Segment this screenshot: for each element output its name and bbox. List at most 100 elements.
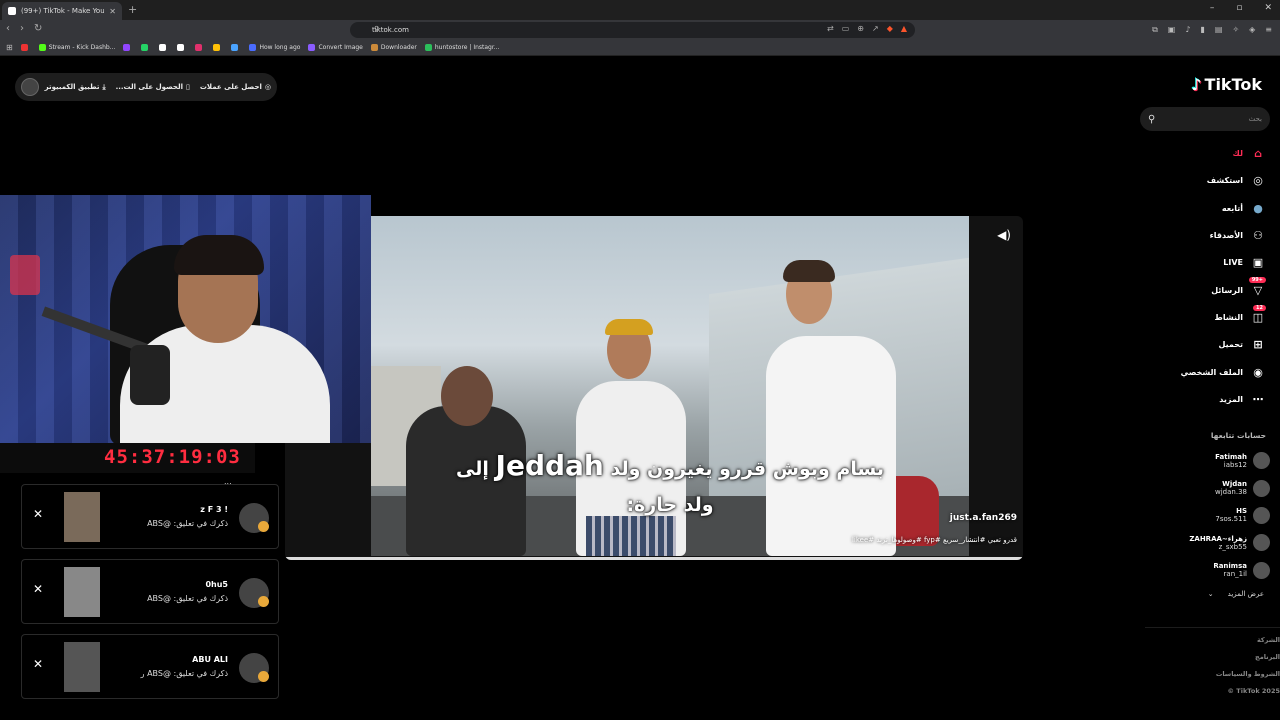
reload-icon[interactable]: ↻ (34, 23, 42, 34)
bookmark-item[interactable] (213, 44, 223, 51)
show-more-label: عرض المزيد (1227, 590, 1264, 598)
account-handle: wjdan.38 (1215, 488, 1247, 497)
mention-notification[interactable]: ✕ z F 3 ! ذكرك في تعليق: @ABS (21, 484, 279, 549)
bookmark-item[interactable]: Downloader (370, 44, 417, 51)
home-icon: ⌂ (1254, 147, 1262, 161)
sidebar-item-9[interactable]: ⋯ المزيد (1146, 386, 1266, 413)
account-names: Fatimah iabs12 (1215, 453, 1247, 469)
search-input[interactable]: بحث ⚲ (1140, 107, 1270, 131)
sidebar-item-4[interactable]: ▣ LIVE (1146, 249, 1266, 276)
footer-link[interactable]: البرنامج (1145, 653, 1280, 670)
browser-tab[interactable]: (99+) TikTok - Make Your Day ✕ (2, 2, 122, 20)
forward-icon[interactable]: › (20, 23, 24, 34)
bookmark-item[interactable] (195, 44, 205, 51)
show-more-button[interactable]: عرض المزيد ⌄ (1208, 590, 1264, 598)
sidebar-item-6[interactable]: ◫ النشاط 12 (1146, 304, 1266, 331)
sidebar-toggle-icon[interactable]: ▮ (1200, 25, 1204, 35)
maximize-icon[interactable]: ▫ (1236, 3, 1242, 13)
close-icon[interactable]: ✕ (33, 582, 43, 596)
following-account[interactable]: Fatimah iabs12 (1150, 447, 1270, 474)
account-name: ZAHRAA~زهراء (1189, 534, 1247, 543)
bookmark-label: Downloader (380, 44, 417, 51)
sidebar-item-label: لك (1232, 149, 1243, 159)
account-name: Wjdan (1222, 480, 1247, 489)
get-app-button[interactable]: ▯ الحصول على الت... (116, 83, 190, 91)
close-icon[interactable]: ✕ (33, 507, 43, 521)
wallet-icon[interactable]: ▤ (1215, 25, 1223, 35)
apps-icon[interactable]: ⊞ (6, 43, 13, 52)
bookmark-item[interactable]: huntostore | Instagr... (424, 44, 500, 51)
music-icon[interactable]: ♪ (1185, 25, 1190, 35)
bookmark-item[interactable]: Convert Image (308, 44, 363, 51)
account-handle: ran_1il (1223, 570, 1247, 579)
footer-link[interactable]: الشركة (1145, 636, 1280, 653)
new-tab-button[interactable]: + (128, 3, 137, 16)
volume-icon[interactable]: ◀) (997, 228, 1011, 242)
video-author[interactable]: just.a.fan269 (950, 513, 1017, 523)
bookmark-favicon-icon (38, 44, 46, 51)
webcam-streamer-hair (174, 235, 264, 275)
bookmark-item[interactable] (20, 44, 31, 51)
get-coins-button[interactable]: ◎ احصل على عملات (200, 83, 271, 91)
site-info-icon[interactable]: ⚲ (374, 25, 379, 33)
brave-rewards-icon[interactable]: ▲ (901, 24, 907, 33)
bookmark-favicon-icon (123, 44, 131, 51)
account-names: ZAHRAA~زهراء z_sxb55 (1189, 535, 1247, 551)
bookmark-label: How long ago (259, 44, 301, 51)
minimize-icon[interactable]: – (1210, 3, 1215, 13)
bookmark-item[interactable] (159, 44, 169, 51)
video-progress-bar[interactable] (285, 557, 1023, 560)
browser-tab-strip: (99+) TikTok - Make Your Day ✕ + – ▫ ✕ (0, 0, 1280, 20)
notification-badge: 12 (1253, 304, 1266, 311)
video-caption[interactable]: قدرو تعبي #انتشار_سريع #fyp #وصولوها_ترن… (852, 536, 1017, 544)
cast-icon[interactable]: ▭ (842, 24, 850, 33)
tab-close-icon[interactable]: ✕ (109, 7, 116, 16)
bookmark-item[interactable] (231, 44, 241, 51)
back-icon[interactable]: ‹ (6, 23, 10, 34)
sidebar-item-label: الملف الشخصي (1180, 367, 1243, 377)
vpn-icon[interactable]: ◈ (1249, 25, 1255, 35)
account-names: HS 7sos.511 (1215, 507, 1247, 523)
sidebar-item-1[interactable]: ◎ استكشف (1146, 167, 1266, 194)
sidebar-item-7[interactable]: ⊞ تحميل (1146, 331, 1266, 358)
sidebar-item-5[interactable]: ▽ الرسائل +99 (1146, 276, 1266, 303)
following-account[interactable]: HS 7sos.511 (1150, 502, 1270, 529)
bookmark-item[interactable] (141, 44, 151, 51)
sidebar-item-3[interactable]: ⚇ الأصدقاء (1146, 222, 1266, 249)
bookmark-favicon-icon (213, 44, 221, 51)
window-close-icon[interactable]: ✕ (1264, 3, 1272, 13)
mention-notification[interactable]: ✕ 0hu5 ذكرك في تعليق: @ABS (21, 559, 279, 624)
user-avatar[interactable] (21, 78, 39, 96)
brave-shield-icon[interactable]: ◆ (887, 24, 893, 33)
search-icon[interactable]: ⚲ (1148, 114, 1155, 125)
following-account[interactable]: Wjdan wjdan.38 (1150, 474, 1270, 501)
desktop-app-button[interactable]: ⤓ تطبيق الكمبيوتر (45, 83, 106, 92)
leo-icon[interactable]: ✧ (1232, 25, 1239, 35)
video-player[interactable]: بسام وبوش قررو يغيرون ولد Jeddah إلى ولد… (285, 216, 1023, 560)
share-icon[interactable]: ↗ (872, 24, 879, 33)
sidebar-item-2[interactable]: ● أتابعه (1146, 195, 1266, 222)
video-person-3 (766, 336, 896, 556)
sidebar-item-8[interactable]: ◉ الملف الشخصي (1146, 358, 1266, 385)
following-account[interactable]: ZAHRAA~زهراء z_sxb55 (1150, 529, 1270, 556)
sidebar-item-0[interactable]: ⌂ لك (1146, 140, 1266, 167)
footer-link[interactable]: الشروط والسياسات (1145, 670, 1280, 687)
account-name: HS (1236, 507, 1247, 516)
close-icon[interactable]: ✕ (33, 657, 43, 671)
address-bar[interactable]: ⚲ tiktok.com ⇄ ▭ ⊕ ↗ ◆ ▲ (350, 22, 915, 38)
bookmark-item[interactable] (123, 44, 133, 51)
account-name: Fatimah (1215, 452, 1247, 461)
bookmark-label: huntostore | Instagr... (434, 44, 500, 51)
mention-notification[interactable]: ✕ ABU ALI ذكرك في تعليق: @ABS ر (21, 634, 279, 699)
zoom-icon[interactable]: ⊕ (857, 24, 864, 33)
translate-icon[interactable]: ⇄ (827, 24, 834, 33)
bookmark-item[interactable]: How long ago (249, 44, 300, 51)
following-account[interactable]: Ranimsa ran_1il (1150, 557, 1270, 584)
menu-icon[interactable]: ≡ (1265, 25, 1272, 35)
extension-icon-2[interactable]: ▣ (1168, 25, 1176, 35)
extension-icon[interactable]: ⧉ (1152, 25, 1158, 35)
bookmark-item[interactable]: Stream - Kick Dashb... (38, 44, 115, 51)
comment-badge-icon (258, 521, 269, 532)
bookmark-item[interactable] (177, 44, 187, 51)
tiktok-logo[interactable]: ♪ TikTok (1191, 75, 1262, 94)
